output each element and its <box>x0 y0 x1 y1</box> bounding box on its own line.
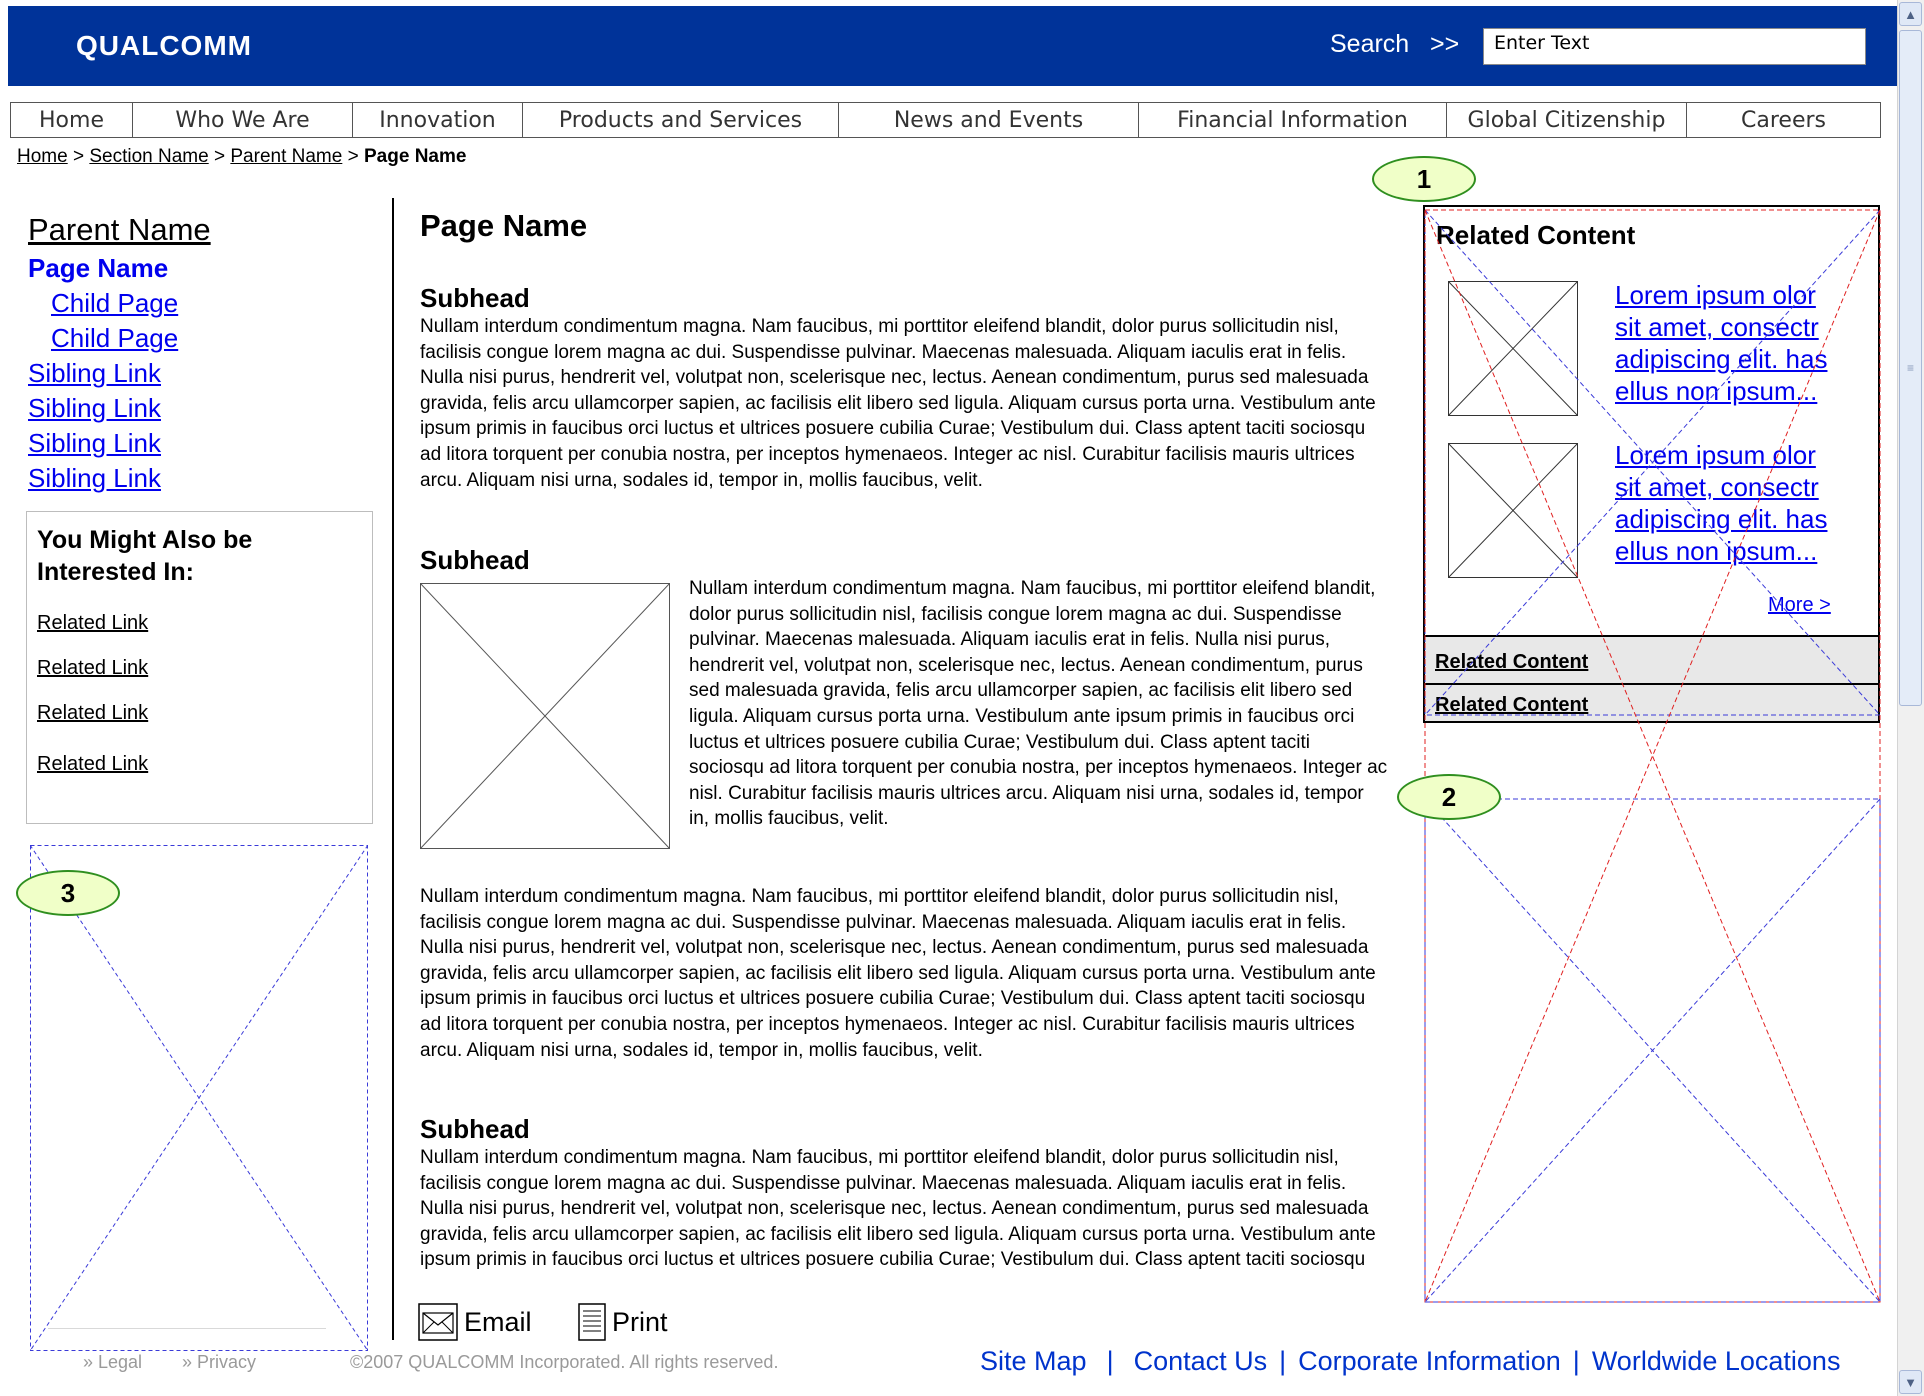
divider <box>48 1328 326 1329</box>
scroll-down-arrow-icon[interactable]: ▼ <box>1899 1370 1922 1394</box>
body-paragraph: Nullam interdum condimentum magna. Nam f… <box>420 1147 1376 1271</box>
image-placeholder <box>420 583 670 849</box>
related-link[interactable]: Related Link <box>37 657 148 680</box>
subhead: Subhead <box>420 1114 530 1144</box>
related-link[interactable]: Related Link <box>37 612 148 635</box>
envelope-icon <box>418 1303 458 1341</box>
related-content-title: Related Content <box>1436 220 1636 250</box>
left-nav: Parent Name Page Name Child Page Child P… <box>28 210 358 496</box>
left-nav-parent[interactable]: Parent Name <box>28 210 358 250</box>
more-link[interactable]: More > <box>1768 594 1831 617</box>
might-also-title: You Might Also be Interested In: <box>37 526 253 586</box>
left-nav-sibling[interactable]: Sibling Link <box>28 356 358 391</box>
left-nav-child[interactable]: Child Page <box>28 321 358 356</box>
privacy-link[interactable]: » Privacy <box>182 1352 256 1373</box>
callout-badge: 2 <box>1397 774 1501 820</box>
nav-tab-products-services[interactable]: Products and Services <box>523 103 839 137</box>
legal-link[interactable]: » Legal <box>83 1352 142 1373</box>
footer-links: Site Map | Contact Us | Corporate Informatio… <box>980 1346 1840 1377</box>
might-also-box: You Might Also be Interested In: Related… <box>26 511 373 824</box>
footer-separator: | <box>1572 1346 1580 1376</box>
column-divider <box>392 198 394 1340</box>
print-label: Print <box>612 1306 668 1337</box>
left-nav-sibling[interactable]: Sibling Link <box>28 461 358 496</box>
subhead: Subhead <box>420 283 530 313</box>
related-content-bar-label[interactable]: Related Content <box>1435 651 1588 674</box>
document-icon <box>578 1303 606 1341</box>
related-link[interactable]: Related Link <box>37 702 148 725</box>
search-go-button[interactable]: >> <box>1430 30 1459 59</box>
nav-tab-news-events[interactable]: News and Events <box>839 103 1139 137</box>
left-nav-child[interactable]: Child Page <box>28 286 358 321</box>
footer-separator: | <box>1279 1346 1287 1376</box>
related-content-bar-label[interactable]: Related Content <box>1435 694 1588 717</box>
breadcrumb-sep: > <box>347 146 359 167</box>
email-label: Email <box>464 1306 532 1337</box>
breadcrumb-current: Page Name <box>364 146 467 167</box>
print-button[interactable]: Print <box>578 1303 668 1341</box>
breadcrumb: Home > Section Name > Parent Name > Page… <box>17 146 466 168</box>
footer-link-worldwide-locations[interactable]: Worldwide Locations <box>1592 1346 1841 1376</box>
scrollbar-thumb[interactable]: ≡ <box>1899 30 1922 706</box>
breadcrumb-parent[interactable]: Parent Name <box>230 146 342 167</box>
related-content-bar[interactable]: Related Content <box>1425 683 1878 721</box>
body-paragraph: Nullam interdum condimentum magna. Nam f… <box>420 316 1376 491</box>
page-title: Page Name <box>420 208 588 243</box>
ad-placeholder-left <box>30 845 368 1351</box>
footer-link-contact-us[interactable]: Contact Us <box>1134 1346 1268 1376</box>
search-label: Search <box>1330 30 1410 58</box>
breadcrumb-home[interactable]: Home <box>17 146 68 167</box>
email-button[interactable]: Email <box>418 1303 532 1341</box>
related-link[interactable]: Related Link <box>37 753 148 776</box>
breadcrumb-section[interactable]: Section Name <box>89 146 208 167</box>
left-nav-sibling[interactable]: Sibling Link <box>28 391 358 426</box>
footer-link-corporate-information[interactable]: Corporate Information <box>1298 1346 1561 1376</box>
left-nav-current: Page Name <box>28 253 169 283</box>
left-nav-sibling[interactable]: Sibling Link <box>28 426 358 461</box>
breadcrumb-sep: > <box>72 146 85 167</box>
callout-badge: 1 <box>1372 156 1476 202</box>
nav-tab-home[interactable]: Home <box>11 103 133 137</box>
callout-badge: 3 <box>16 870 120 916</box>
subhead: Subhead <box>420 545 530 575</box>
related-item-link[interactable]: Lorem ipsum olor sit amet, consectr adip… <box>1615 279 1845 407</box>
nav-tab-who-we-are[interactable]: Who We Are <box>133 103 353 137</box>
related-item-link[interactable]: Lorem ipsum olor sit amet, consectr adip… <box>1615 439 1845 567</box>
footer-separator: | <box>1106 1346 1114 1376</box>
thumbnail-placeholder <box>1448 443 1578 578</box>
main-nav: Home Who We Are Innovation Products and … <box>10 102 1881 138</box>
body-paragraph: Nullam interdum condimentum magna. Nam f… <box>689 578 1388 830</box>
qualcomm-logo[interactable]: QUALCOMM <box>76 30 252 62</box>
copyright-text: ©2007 QUALCOMM Incorporated. All rights … <box>350 1352 779 1372</box>
search-input[interactable]: Enter Text <box>1483 28 1866 65</box>
nav-tab-financial-information[interactable]: Financial Information <box>1139 103 1447 137</box>
breadcrumb-sep: > <box>213 146 226 167</box>
thumbnail-placeholder <box>1448 281 1578 416</box>
footer-link-site-map[interactable]: Site Map <box>980 1346 1087 1376</box>
nav-tab-innovation[interactable]: Innovation <box>353 103 523 137</box>
nav-tab-careers[interactable]: Careers <box>1687 103 1880 137</box>
scroll-up-arrow-icon[interactable]: ▲ <box>1899 2 1922 26</box>
body-paragraph: Nullam interdum condimentum magna. Nam f… <box>420 886 1376 1061</box>
nav-tab-global-citizenship[interactable]: Global Citizenship <box>1447 103 1687 137</box>
related-content-bar[interactable]: Related Content <box>1425 635 1878 683</box>
